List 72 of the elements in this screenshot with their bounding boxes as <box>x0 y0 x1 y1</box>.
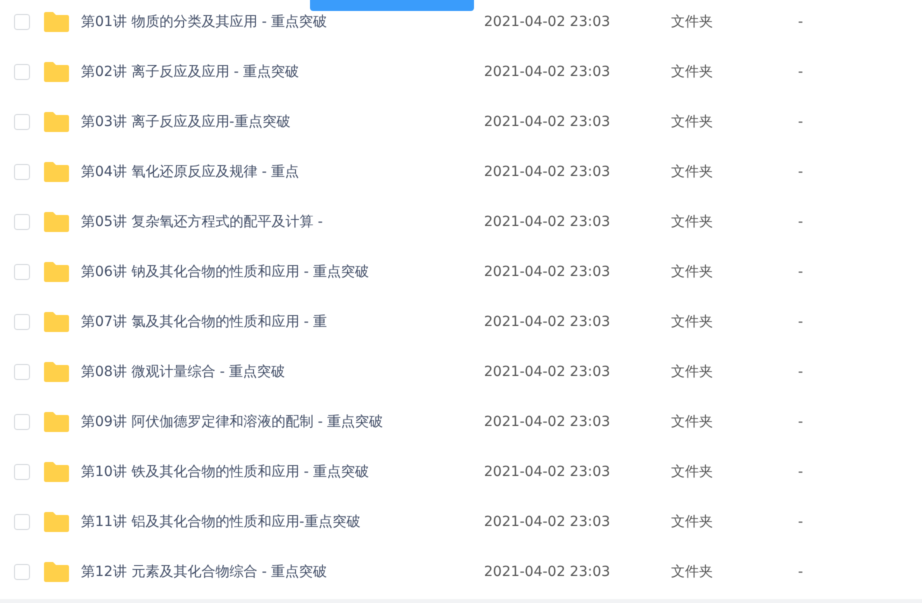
row-checkbox[interactable] <box>14 164 30 180</box>
modified-time: 2021-04-02 23:03 <box>484 62 612 82</box>
file-name[interactable]: 第10讲 铁及其化合物的性质和应用 - 重点突破 <box>81 462 481 482</box>
row-checkbox[interactable] <box>14 114 30 130</box>
file-type: 文件夹 <box>671 162 714 182</box>
folder-icon <box>44 512 69 532</box>
file-size: - <box>798 362 804 382</box>
folder-icon <box>44 312 69 332</box>
file-size: - <box>798 312 804 332</box>
folder-icon <box>44 412 69 432</box>
folder-icon <box>44 462 69 482</box>
file-type: 文件夹 <box>671 462 714 482</box>
modified-time: 2021-04-02 23:03 <box>484 162 612 182</box>
file-name[interactable]: 第12讲 元素及其化合物综合 - 重点突破 <box>81 562 481 582</box>
folder-icon <box>44 62 69 82</box>
row-checkbox[interactable] <box>14 464 30 480</box>
folder-icon <box>44 12 69 32</box>
file-name[interactable]: 第11讲 铝及其化合物的性质和应用-重点突破 <box>81 512 481 532</box>
modified-time: 2021-04-02 23:03 <box>484 412 612 432</box>
folder-icon <box>44 262 69 282</box>
file-name[interactable]: 第08讲 微观计量综合 - 重点突破 <box>81 362 481 382</box>
file-size: - <box>798 212 804 232</box>
file-type: 文件夹 <box>671 562 714 582</box>
file-size: - <box>798 412 804 432</box>
modified-time: 2021-04-02 23:03 <box>484 512 612 532</box>
file-name[interactable]: 第03讲 离子反应及应用-重点突破 <box>81 112 481 132</box>
row-checkbox[interactable] <box>14 514 30 530</box>
file-size: - <box>798 162 804 182</box>
modified-time: 2021-04-02 23:03 <box>484 212 612 232</box>
file-name[interactable]: 第06讲 钠及其化合物的性质和应用 - 重点突破 <box>81 262 481 282</box>
file-name[interactable]: 第07讲 氯及其化合物的性质和应用 - 重 <box>81 312 481 332</box>
modified-time: 2021-04-02 23:03 <box>484 12 612 32</box>
folder-icon <box>44 112 69 132</box>
row-checkbox[interactable] <box>14 314 30 330</box>
file-type: 文件夹 <box>671 62 714 82</box>
modified-time: 2021-04-02 23:03 <box>484 312 612 332</box>
file-size: - <box>798 562 804 582</box>
folder-icon <box>44 562 69 582</box>
file-size: - <box>798 112 804 132</box>
file-type: 文件夹 <box>671 512 714 532</box>
file-name[interactable]: 第05讲 复杂氧还方程式的配平及计算 - <box>81 212 481 232</box>
file-name[interactable]: 第09讲 阿伏伽德罗定律和溶液的配制 - 重点突破 <box>81 412 481 432</box>
row-checkbox[interactable] <box>14 14 30 30</box>
file-type: 文件夹 <box>671 362 714 382</box>
file-size: - <box>798 462 804 482</box>
folder-icon <box>44 362 69 382</box>
row-checkbox[interactable] <box>14 214 30 230</box>
modified-time: 2021-04-02 23:03 <box>484 362 612 382</box>
file-size: - <box>798 12 804 32</box>
row-checkbox[interactable] <box>14 414 30 430</box>
file-name[interactable]: 第02讲 离子反应及应用 - 重点突破 <box>81 62 481 82</box>
row-checkbox[interactable] <box>14 564 30 580</box>
file-size: - <box>798 512 804 532</box>
file-size: - <box>798 62 804 82</box>
file-name[interactable]: 第04讲 氧化还原反应及规律 - 重点 <box>81 162 481 182</box>
row-checkbox[interactable] <box>14 364 30 380</box>
file-type: 文件夹 <box>671 262 714 282</box>
row-checkbox[interactable] <box>14 264 30 280</box>
file-name[interactable]: 第01讲 物质的分类及其应用 - 重点突破 <box>81 12 481 32</box>
folder-icon <box>44 162 69 182</box>
modified-time: 2021-04-02 23:03 <box>484 112 612 132</box>
modified-time: 2021-04-02 23:03 <box>484 462 612 482</box>
file-size: - <box>798 262 804 282</box>
file-type: 文件夹 <box>671 12 714 32</box>
file-type: 文件夹 <box>671 412 714 432</box>
folder-icon <box>44 212 69 232</box>
modified-time: 2021-04-02 23:03 <box>484 262 612 282</box>
file-type: 文件夹 <box>671 212 714 232</box>
file-type: 文件夹 <box>671 112 714 132</box>
modified-time: 2021-04-02 23:03 <box>484 562 612 582</box>
file-type: 文件夹 <box>671 312 714 332</box>
row-checkbox[interactable] <box>14 64 30 80</box>
